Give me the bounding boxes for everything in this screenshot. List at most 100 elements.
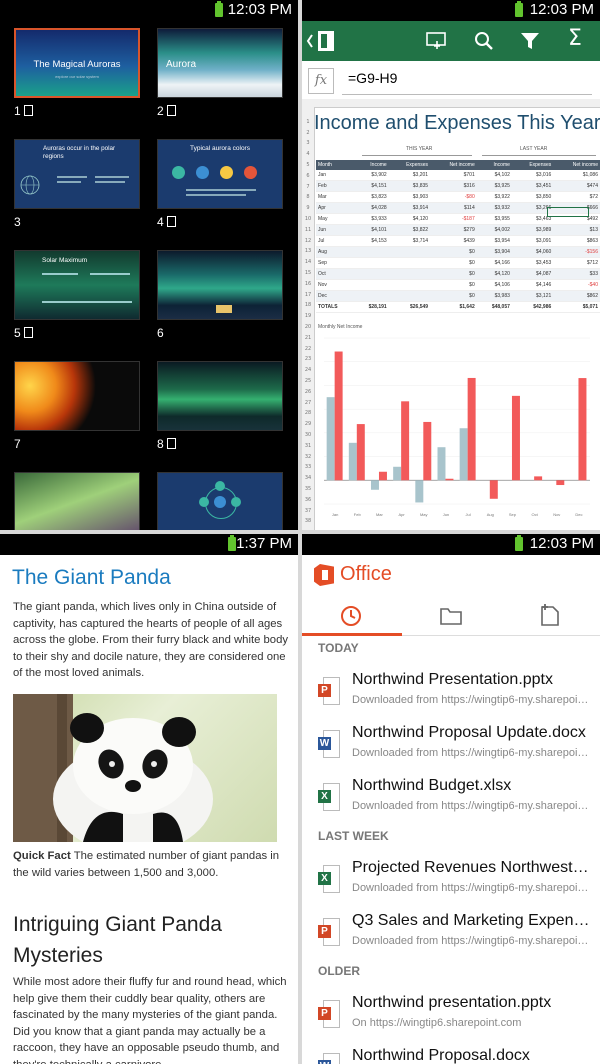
formula-input[interactable]: =G9-H9 <box>348 70 397 86</box>
table-cell[interactable] <box>388 257 431 269</box>
table-cell[interactable]: $701 <box>430 170 477 181</box>
filter-icon[interactable] <box>520 31 540 51</box>
table-cell[interactable]: $4,060 <box>511 246 554 258</box>
slide-thumbnail-6[interactable] <box>157 250 283 320</box>
file-item[interactable]: X Northwind Budget.xlsx Downloaded from ht… <box>302 773 600 825</box>
file-item[interactable]: P Northwind presentation.pptx On https://w… <box>302 990 600 1042</box>
table-cell[interactable]: $3,902 <box>353 170 389 181</box>
table-cell[interactable]: $863 <box>553 235 600 247</box>
table-cell[interactable]: $3,453 <box>511 257 554 269</box>
table-cell[interactable] <box>353 268 389 280</box>
formula-bar[interactable]: fx =G9-H9 <box>302 61 600 100</box>
table-cell[interactable] <box>388 279 431 291</box>
table-cell[interactable]: $0 <box>430 268 477 280</box>
table-cell[interactable] <box>388 246 431 258</box>
table-cell[interactable]: $1,086 <box>553 170 600 181</box>
table-cell[interactable]: $474 <box>553 180 600 192</box>
table-cell[interactable]: $0 <box>430 279 477 291</box>
slide-thumbnail-5[interactable]: Solar Maximum <box>14 250 140 320</box>
table-cell[interactable]: -$80 <box>430 191 477 203</box>
table-cell[interactable]: $4,120 <box>388 213 431 225</box>
table-cell[interactable]: $712 <box>553 257 600 269</box>
table-cell[interactable]: $4,028 <box>353 202 389 214</box>
table-cell[interactable]: $13 <box>553 224 600 236</box>
table-cell[interactable]: Jul <box>316 235 354 247</box>
table-cell[interactable]: $4,146 <box>511 279 554 291</box>
file-item[interactable]: W Northwind Proposal.docx <box>302 1043 600 1064</box>
touch-mode-icon[interactable] <box>426 31 448 51</box>
selected-cell[interactable] <box>547 207 589 217</box>
table-cell[interactable]: $4,087 <box>511 268 554 280</box>
tab-new[interactable] <box>501 595 600 635</box>
slide-thumbnail-4[interactable]: Typical aurora colors <box>157 139 283 209</box>
table-cell[interactable]: $28,191 <box>353 301 389 313</box>
table-cell[interactable]: $3,822 <box>388 224 431 236</box>
table-cell[interactable] <box>353 257 389 269</box>
table-cell[interactable]: $3,823 <box>353 191 389 203</box>
slide-thumbnail-8[interactable] <box>157 361 283 431</box>
table-cell[interactable]: $4,002 <box>476 224 512 236</box>
slide-thumbnail-10[interactable] <box>157 472 283 530</box>
table-cell[interactable] <box>353 246 389 258</box>
table-cell[interactable]: $862 <box>553 290 600 302</box>
tab-recent[interactable] <box>302 595 402 636</box>
table-cell[interactable]: $3,983 <box>476 290 512 302</box>
table-cell[interactable] <box>353 279 389 291</box>
table-cell[interactable]: -$40 <box>553 279 600 291</box>
table-cell[interactable]: Nov <box>316 279 354 291</box>
table-cell[interactable]: $4,101 <box>353 224 389 236</box>
table-cell[interactable]: $3,914 <box>388 202 431 214</box>
back-excel-logo-icon[interactable] <box>306 29 342 53</box>
table-cell[interactable]: $3,904 <box>476 246 512 258</box>
table-cell[interactable]: $3,451 <box>511 180 554 192</box>
table-cell[interactable]: $3,955 <box>476 213 512 225</box>
table-cell[interactable]: Feb <box>316 180 354 192</box>
table-cell[interactable]: Oct <box>316 268 354 280</box>
autosum-icon[interactable]: Σ <box>568 26 582 51</box>
slide-thumbnail-1[interactable]: The Magical Auroras explore our solar sy… <box>14 28 140 98</box>
table-cell[interactable]: Aug <box>316 246 354 258</box>
table-cell[interactable]: $3,091 <box>511 235 554 247</box>
table-cell[interactable]: Apr <box>316 202 354 214</box>
table-cell[interactable]: $42,986 <box>511 301 554 313</box>
file-item[interactable]: X Projected Revenues Northwest.xlsx Downlo… <box>302 855 600 907</box>
slide-thumbnail-7[interactable] <box>14 361 140 431</box>
function-icon[interactable]: fx <box>308 68 334 94</box>
table-cell[interactable]: Jun <box>316 224 354 236</box>
table-cell[interactable]: $3,835 <box>388 180 431 192</box>
table-cell[interactable]: $5,071 <box>553 301 600 313</box>
table-cell[interactable]: $0 <box>430 290 477 302</box>
table-cell[interactable]: $3,714 <box>388 235 431 247</box>
slide-thumbnail-2[interactable]: Aurora <box>157 28 283 98</box>
table-cell[interactable]: $316 <box>430 180 477 192</box>
table-cell[interactable]: $1,642 <box>430 301 477 313</box>
table-cell[interactable]: Dec <box>316 290 354 302</box>
table-cell[interactable]: $0 <box>430 246 477 258</box>
table-cell[interactable]: $4,166 <box>476 257 512 269</box>
table-cell[interactable]: $4,120 <box>476 268 512 280</box>
table-cell[interactable]: $3,121 <box>511 290 554 302</box>
table-cell[interactable]: -$187 <box>430 213 477 225</box>
table-cell[interactable]: May <box>316 213 354 225</box>
table-cell[interactable]: $26,549 <box>388 301 431 313</box>
file-item[interactable]: W Northwind Proposal Update.docx Downloade… <box>302 720 600 772</box>
table-cell[interactable]: $114 <box>430 202 477 214</box>
table-cell[interactable] <box>353 290 389 302</box>
table-cell[interactable]: $0 <box>430 257 477 269</box>
file-item[interactable]: P Northwind Presentation.pptx Downloaded f… <box>302 667 600 719</box>
table-cell[interactable] <box>388 290 431 302</box>
tab-open[interactable] <box>402 595 501 635</box>
table-cell[interactable]: $3,932 <box>476 202 512 214</box>
table-cell[interactable]: $4,151 <box>353 180 389 192</box>
table-cell[interactable]: $4,153 <box>353 235 389 247</box>
slide-thumbnail-3[interactable]: Auroras occur in the polar regions <box>14 139 140 209</box>
table-cell[interactable]: $439 <box>430 235 477 247</box>
table-cell[interactable]: $3,016 <box>511 170 554 181</box>
table-cell[interactable]: $279 <box>430 224 477 236</box>
table-cell[interactable]: $3,933 <box>353 213 389 225</box>
table-cell[interactable]: $48,057 <box>476 301 512 313</box>
table-cell[interactable]: Jan <box>316 170 354 181</box>
table-cell[interactable]: $4,106 <box>476 279 512 291</box>
table-cell[interactable]: $3,850 <box>511 191 554 203</box>
table-cell[interactable]: $3,954 <box>476 235 512 247</box>
